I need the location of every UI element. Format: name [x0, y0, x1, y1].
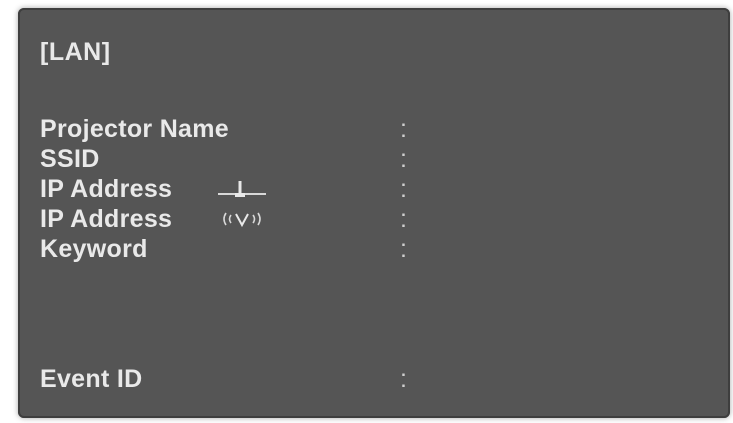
event-id-row: Event ID :	[40, 364, 690, 394]
keyword-separator: :	[400, 235, 407, 263]
event-id-separator: :	[400, 365, 407, 393]
ip-address-wired-separator: :	[400, 175, 407, 203]
ip-address-wireless-label: IP Address	[40, 205, 173, 233]
ip-address-wired-label: IP Address	[40, 175, 173, 203]
projector-name-label: Projector Name	[40, 115, 229, 143]
lan-info-screen: [LAN] Projector Name : SSID : IP Address…	[18, 8, 730, 418]
ip-address-wired-row: IP Address :	[40, 174, 690, 204]
wireless-lan-icon	[223, 212, 261, 228]
ssid-separator: :	[400, 145, 407, 173]
projector-name-separator: :	[400, 115, 407, 143]
wired-lan-icon	[218, 181, 266, 197]
ip-address-wireless-row: IP Address :	[40, 204, 690, 234]
ip-address-wireless-separator: :	[400, 205, 407, 233]
ssid-label: SSID	[40, 145, 100, 173]
projector-name-row: Projector Name :	[40, 114, 690, 144]
keyword-row: Keyword :	[40, 234, 690, 264]
event-id-label: Event ID	[40, 365, 143, 393]
section-title: [LAN]	[40, 38, 111, 66]
keyword-label: Keyword	[40, 235, 148, 263]
ssid-row: SSID :	[40, 144, 690, 174]
